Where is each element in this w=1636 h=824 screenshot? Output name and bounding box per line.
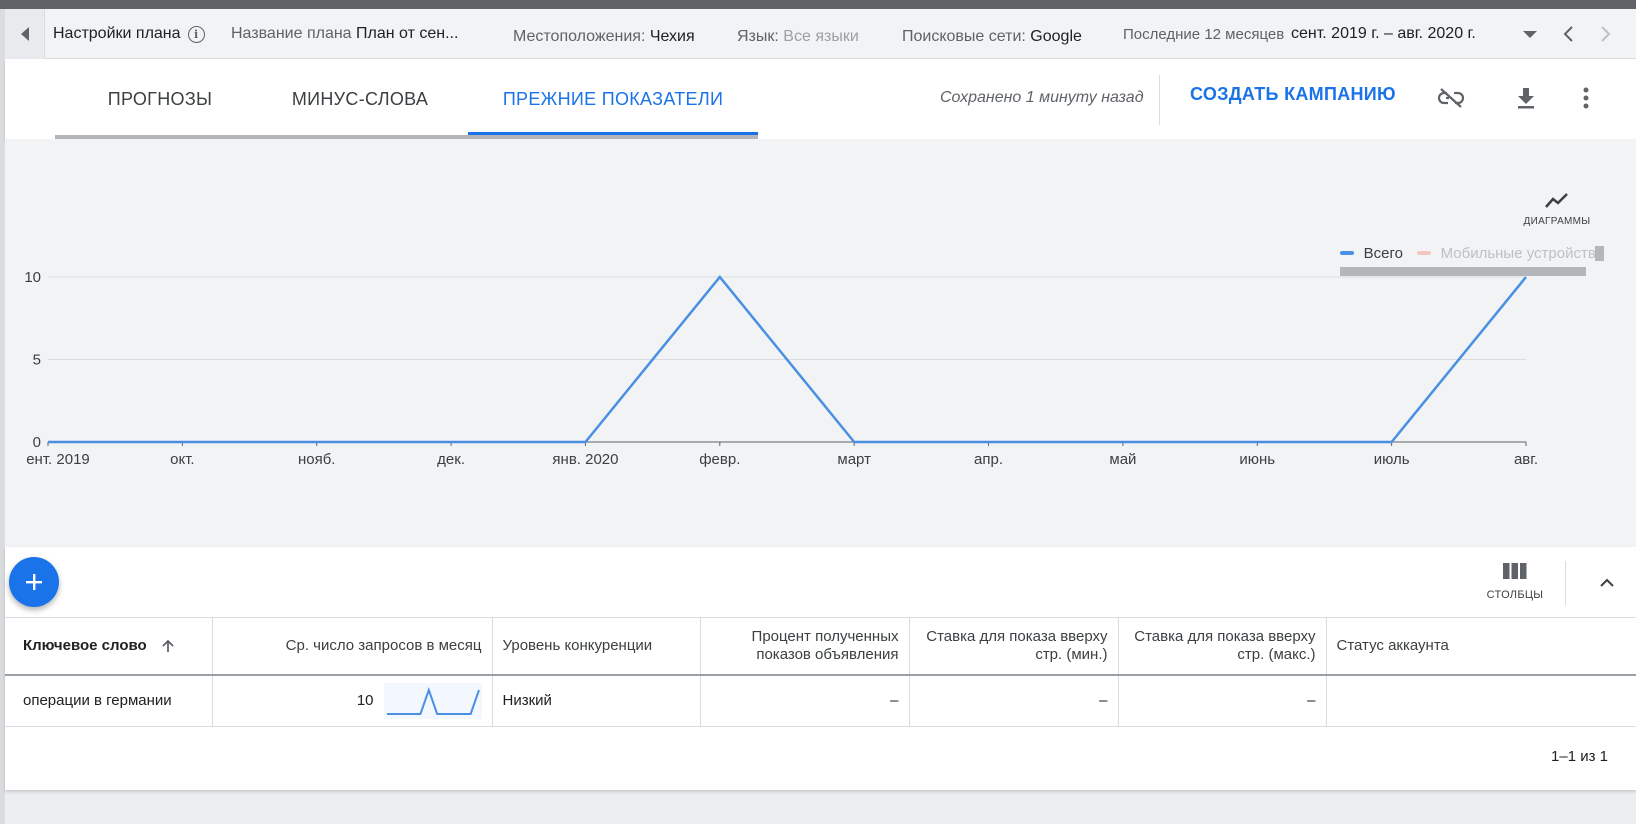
period-label: Последние 12 месяцев (1123, 25, 1285, 43)
y-tick-label: 10 (24, 269, 41, 286)
x-tick-label: март (837, 451, 871, 468)
legend-swatch-mobile (1416, 251, 1431, 255)
charts-button-label: ДИАГРАММЫ (1523, 216, 1591, 227)
prev-period-button[interactable] (1555, 9, 1581, 59)
x-tick-label: окт. (170, 451, 194, 468)
legend-scrollbar[interactable] (1340, 267, 1586, 276)
next-period-button[interactable] (1593, 9, 1619, 59)
more-options-button[interactable] (1569, 83, 1603, 113)
plan-name-setting[interactable]: Название плана План от сен... (231, 9, 458, 59)
legend-swatch-total (1340, 251, 1354, 255)
plan-settings-bar: Настройки плана i Название плана План от… (5, 9, 1636, 59)
charts-button[interactable]: ДИАГРАММЫ (1512, 191, 1602, 227)
keyword-cell: операции в германии (5, 674, 213, 727)
columns-button[interactable]: СТОЛБЦЫ (1485, 563, 1545, 601)
networks-setting[interactable]: Поисковые сети: Google (902, 12, 1082, 62)
chevron-left-icon (1563, 26, 1573, 42)
language-label: Язык: (737, 28, 779, 45)
plan-settings-label: Настройки плана (53, 25, 181, 42)
tab-forecasts[interactable]: ПРОГНОЗЫ (65, 59, 255, 139)
header-account-status[interactable]: Статус аккаунта (1326, 617, 1636, 676)
table-row: операции в германии 10 Низкий – – – (5, 674, 1636, 727)
legend-scroll-handle[interactable] (1595, 246, 1604, 261)
keywords-table-card: СТОЛБЦЫ Ключевое слово Ср. число запросо… (5, 547, 1636, 790)
saved-status: Сохранено 1 минуту назад (940, 89, 1144, 106)
header-impression-share[interactable]: Процент полученных показов объявления (700, 617, 910, 676)
bid-low-cell: – (909, 674, 1119, 727)
competition-cell: Низкий (492, 674, 701, 727)
tabs-toolbar: ПРОГНОЗЫ МИНУС-СЛОВА ПРЕЖНИЕ ПОКАЗАТЕЛИ … (5, 59, 1636, 144)
locations-label: Местоположения: (513, 28, 646, 45)
line-chart: 0 5 10 ент. 2019 окт. нояб. дек. янв. 2020 февр.… (24, 269, 1538, 468)
y-tick-label: 0 (33, 434, 41, 451)
date-range-select[interactable]: сент. 2019 г. – авг. 2020 г. (1291, 17, 1537, 51)
x-tick-label: июнь (1239, 451, 1275, 468)
networks-value: Google (1030, 28, 1082, 45)
x-tick-label: апр. (974, 451, 1003, 468)
x-tick-label: янв. 2020 (552, 451, 618, 468)
trend-sparkline (383, 682, 482, 719)
date-range-value: сент. 2019 г. – авг. 2020 г. (1291, 25, 1476, 42)
x-tick-label: февр. (699, 451, 740, 468)
x-tick-label: май (1109, 451, 1136, 468)
tab-negative-keywords[interactable]: МИНУС-СЛОВА (255, 59, 465, 139)
bid-high-cell: – (1118, 674, 1327, 727)
chevron-up-icon (1600, 578, 1614, 587)
collapse-table-button[interactable] (1587, 567, 1627, 597)
plan-name-value: План от сен... (356, 25, 459, 42)
x-tick-label: ент. 2019 (26, 451, 90, 468)
table-header-row: Ключевое слово Ср. число запросов в меся… (5, 617, 1636, 676)
sort-ascending-icon (162, 639, 174, 652)
y-tick-label: 5 (33, 352, 41, 369)
add-keywords-button[interactable] (9, 557, 59, 607)
plan-settings-title[interactable]: Настройки плана i (53, 9, 205, 59)
collapse-panel-button[interactable] (5, 9, 45, 59)
plus-icon (26, 574, 42, 590)
trend-line-icon (1545, 193, 1568, 208)
networks-label: Поисковые сети: (902, 28, 1026, 45)
language-value: Все языки (783, 28, 859, 45)
avg-searches-cell: 10 (212, 674, 493, 727)
toolbar-divider (1159, 75, 1160, 125)
table-toolbar-divider (1565, 561, 1566, 605)
window-top-strip (0, 0, 1636, 9)
locations-setting[interactable]: Местоположения: Чехия (513, 12, 695, 62)
pagination-info: 1–1 из 1 (1551, 748, 1608, 765)
chart-legend: Всего Мобильные устройства (1340, 243, 1604, 263)
caret-left-icon (20, 27, 29, 41)
header-bid-low[interactable]: Ставка для показа вверху стр. (мин.) (909, 617, 1119, 676)
chevron-right-icon (1601, 26, 1611, 42)
header-bid-high[interactable]: Ставка для показа вверху стр. (макс.) (1118, 617, 1327, 676)
columns-button-label: СТОЛБЦЫ (1486, 589, 1544, 601)
locations-value: Чехия (649, 28, 695, 45)
tab-historical-metrics[interactable]: ПРЕЖНИЕ ПОКАЗАТЕЛИ (468, 59, 758, 139)
x-tick-label: июль (1374, 451, 1410, 468)
download-icon (1518, 88, 1534, 109)
header-competition[interactable]: Уровень конкуренции (492, 617, 701, 676)
legend-item-total[interactable]: Всего (1364, 245, 1403, 262)
info-icon[interactable]: i (187, 25, 205, 43)
header-keyword[interactable]: Ключевое слово (5, 617, 213, 676)
more-vert-icon (1583, 87, 1589, 109)
header-avg-searches[interactable]: Ср. число запросов в месяц (212, 617, 493, 676)
historical-chart-panel: 0 5 10 ент. 2019 окт. нояб. дек. янв. 2020 февр.… (5, 139, 1636, 547)
link-off-icon (1437, 88, 1465, 108)
download-button[interactable] (1509, 83, 1543, 113)
keywords-table: Ключевое слово Ср. число запросов в меся… (5, 617, 1636, 727)
unlink-button[interactable] (1434, 83, 1468, 113)
account-status-cell (1326, 674, 1636, 727)
columns-icon (1503, 563, 1527, 579)
avg-searches-value: 10 (356, 692, 374, 710)
plan-name-label: Название плана (231, 25, 352, 42)
chevron-down-icon (1523, 31, 1537, 38)
create-campaign-button[interactable]: СОЗДАТЬ КАМПАНИЮ (1190, 84, 1396, 105)
legend-item-mobile[interactable]: Мобильные устройства (1441, 245, 1604, 262)
x-tick-label: дек. (437, 451, 465, 468)
x-tick-label: нояб. (298, 451, 336, 468)
impression-share-cell: – (700, 674, 910, 727)
language-setting[interactable]: Язык: Все языки (737, 12, 859, 62)
x-tick-label: авг. (1514, 451, 1538, 468)
